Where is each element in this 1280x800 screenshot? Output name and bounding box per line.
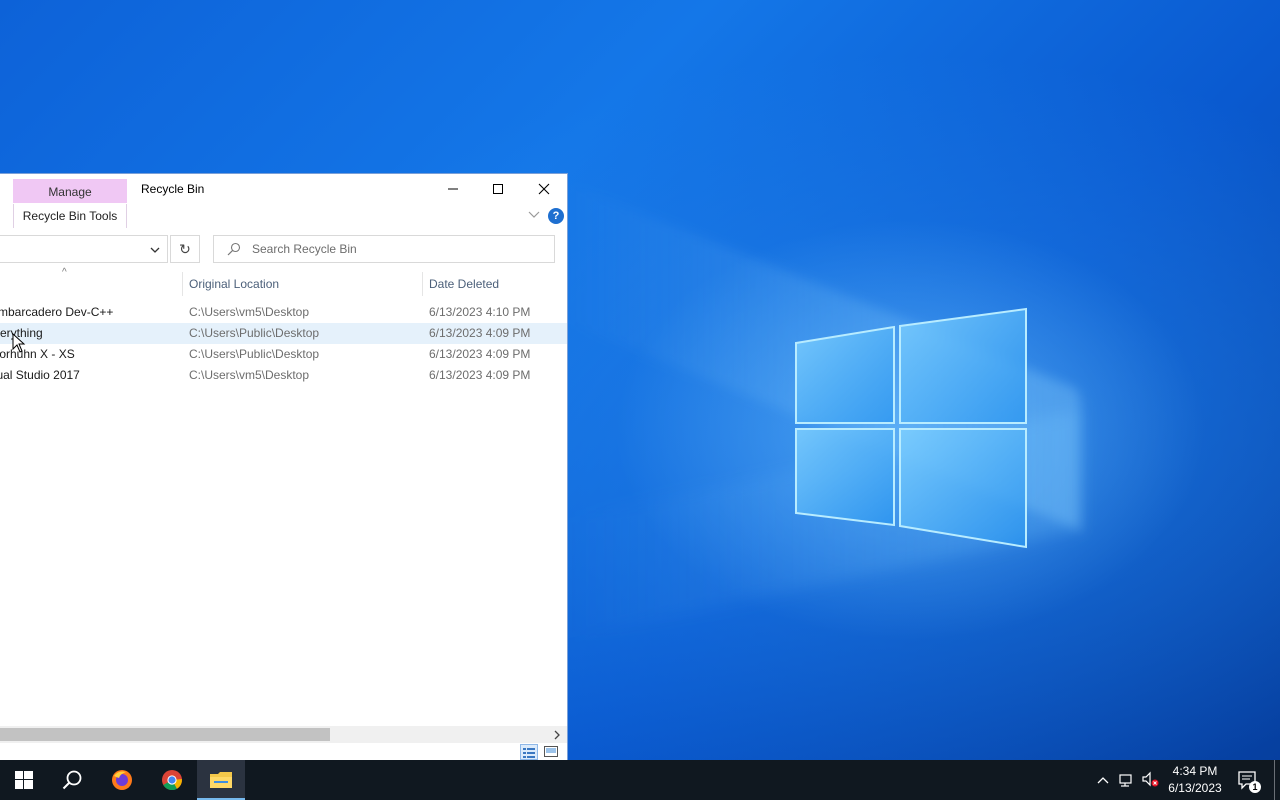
search-box[interactable] <box>213 235 555 263</box>
file-name: Embarcadero Dev-C++ <box>0 305 114 319</box>
windows-wallpaper-logo <box>795 307 1027 549</box>
chrome-icon <box>162 770 182 791</box>
file-original-location: C:\Users\vm5\Desktop <box>189 368 310 382</box>
firefox-icon <box>112 770 132 790</box>
large-icons-view-icon <box>544 746 558 757</box>
maximize-button[interactable] <box>475 174 521 204</box>
taskbar-chrome[interactable] <box>148 760 196 800</box>
volume-muted-icon[interactable] <box>1141 770 1161 790</box>
details-view-button[interactable] <box>520 744 538 760</box>
taskbar: 4:34 PM 6/13/2023 <box>0 760 1280 800</box>
taskbar-clock[interactable]: 4:34 PM 6/13/2023 <box>1160 763 1230 797</box>
file-date-deleted: 6/13/2023 4:09 PM <box>429 347 531 361</box>
expand-ribbon-chevron-icon[interactable] <box>527 210 541 220</box>
network-icon[interactable] <box>1118 770 1136 790</box>
clock-date: 6/13/2023 <box>1168 781 1222 795</box>
ribbon-tab-manage[interactable]: Manage <box>13 179 127 203</box>
chevron-down-icon[interactable] <box>148 244 162 256</box>
file-name: Visual Studio 2017 <box>0 368 80 382</box>
scrollbar-thumb[interactable] <box>0 728 330 741</box>
file-date-deleted: 6/13/2023 4:09 PM <box>429 368 531 382</box>
close-icon <box>538 183 550 195</box>
search-icon <box>62 770 82 790</box>
column-header-row: ^ Original Location Date Deleted <box>0 267 567 298</box>
file-row[interactable]: Storhuhn X - XS C:\Users\Public\Desktop … <box>0 344 567 365</box>
show-desktop-button[interactable] <box>1274 760 1275 800</box>
taskbar-search-button[interactable] <box>48 760 96 800</box>
title-bar[interactable]: Manage Recycle Bin Tools Recycle Bin ? <box>0 174 567 229</box>
column-divider[interactable] <box>182 272 183 296</box>
scroll-right-arrow-icon[interactable] <box>552 729 562 741</box>
show-hidden-icons-chevron-icon[interactable] <box>1096 770 1110 790</box>
ribbon-context-group-label: Recycle Bin Tools <box>13 204 127 228</box>
file-row[interactable]: Embarcadero Dev-C++ C:\Users\vm5\Desktop… <box>0 302 567 323</box>
close-button[interactable] <box>521 174 567 204</box>
window-title: Recycle Bin <box>141 182 205 196</box>
maximize-icon <box>493 184 503 194</box>
search-icon <box>227 242 241 256</box>
minimize-button[interactable] <box>430 174 476 204</box>
sort-ascending-icon: ^ <box>62 267 67 278</box>
file-explorer-icon <box>210 772 232 788</box>
help-icon[interactable]: ? <box>548 208 564 224</box>
clock-time: 4:34 PM <box>1172 764 1218 778</box>
search-input[interactable] <box>252 236 542 262</box>
mouse-cursor-icon <box>12 333 26 353</box>
large-icons-view-button[interactable] <box>543 744 561 760</box>
address-bar[interactable] <box>0 235 168 263</box>
file-row[interactable]: Visual Studio 2017 C:\Users\vm5\Desktop … <box>0 365 567 386</box>
file-row[interactable]: Everything C:\Users\Public\Desktop 6/13/… <box>0 323 567 344</box>
taskbar-file-explorer[interactable] <box>197 760 245 800</box>
file-original-location: C:\Users\Public\Desktop <box>189 347 320 361</box>
file-date-deleted: 6/13/2023 4:09 PM <box>429 326 531 340</box>
refresh-icon: ↻ <box>179 240 191 257</box>
file-date-deleted: 6/13/2023 4:10 PM <box>429 305 531 319</box>
column-divider[interactable] <box>422 272 423 296</box>
minimize-icon <box>448 188 458 190</box>
windows-logo-icon <box>15 771 33 789</box>
column-header-original-location[interactable]: Original Location <box>189 277 279 291</box>
file-original-location: C:\Users\vm5\Desktop <box>189 305 310 319</box>
horizontal-scrollbar[interactable] <box>0 726 567 743</box>
file-list: Embarcadero Dev-C++ C:\Users\vm5\Desktop… <box>0 302 567 386</box>
notification-count-badge: 1 <box>1249 781 1261 793</box>
details-view-icon <box>523 748 535 758</box>
taskbar-firefox[interactable] <box>98 760 146 800</box>
status-bar <box>0 743 567 761</box>
address-row: ↻ <box>0 232 567 266</box>
file-original-location: C:\Users\Public\Desktop <box>189 326 320 340</box>
column-header-date-deleted[interactable]: Date Deleted <box>429 277 499 291</box>
start-button[interactable] <box>0 760 48 800</box>
refresh-button[interactable]: ↻ <box>170 235 200 263</box>
recycle-bin-window[interactable]: Manage Recycle Bin Tools Recycle Bin ? ↻ <box>0 173 568 761</box>
